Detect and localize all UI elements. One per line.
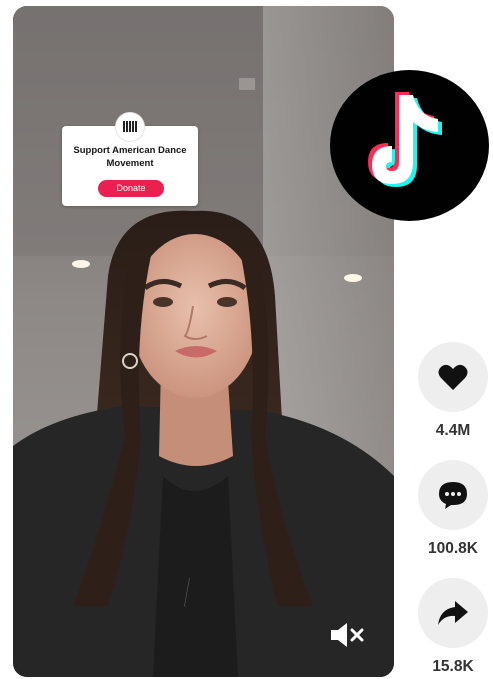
share-button[interactable] xyxy=(418,578,488,648)
like-action[interactable]: 4.4M xyxy=(418,342,488,440)
share-arrow-icon xyxy=(438,601,468,625)
tiktok-post: ___ Support American Dance Movement Dona… xyxy=(0,0,493,679)
share-count: 15.8K xyxy=(432,658,474,675)
comment-count: 100.8K xyxy=(428,540,478,557)
tiktok-logo-icon xyxy=(330,70,489,221)
share-action[interactable]: 15.8K xyxy=(418,578,488,676)
like-button[interactable] xyxy=(418,342,488,412)
comment-icon xyxy=(439,481,467,509)
nonprofit-logo-icon xyxy=(116,113,144,141)
donate-button[interactable]: Donate xyxy=(98,180,164,197)
comment-button[interactable] xyxy=(418,460,488,530)
donation-sticker[interactable]: Support American Dance Movement Donate xyxy=(62,113,198,206)
speaker-muted-icon[interactable] xyxy=(329,622,365,648)
donation-title: Support American Dance Movement xyxy=(73,145,187,169)
comment-action[interactable]: 100.8K xyxy=(418,460,488,558)
heart-icon xyxy=(438,364,468,390)
like-count: 4.4M xyxy=(435,422,471,439)
